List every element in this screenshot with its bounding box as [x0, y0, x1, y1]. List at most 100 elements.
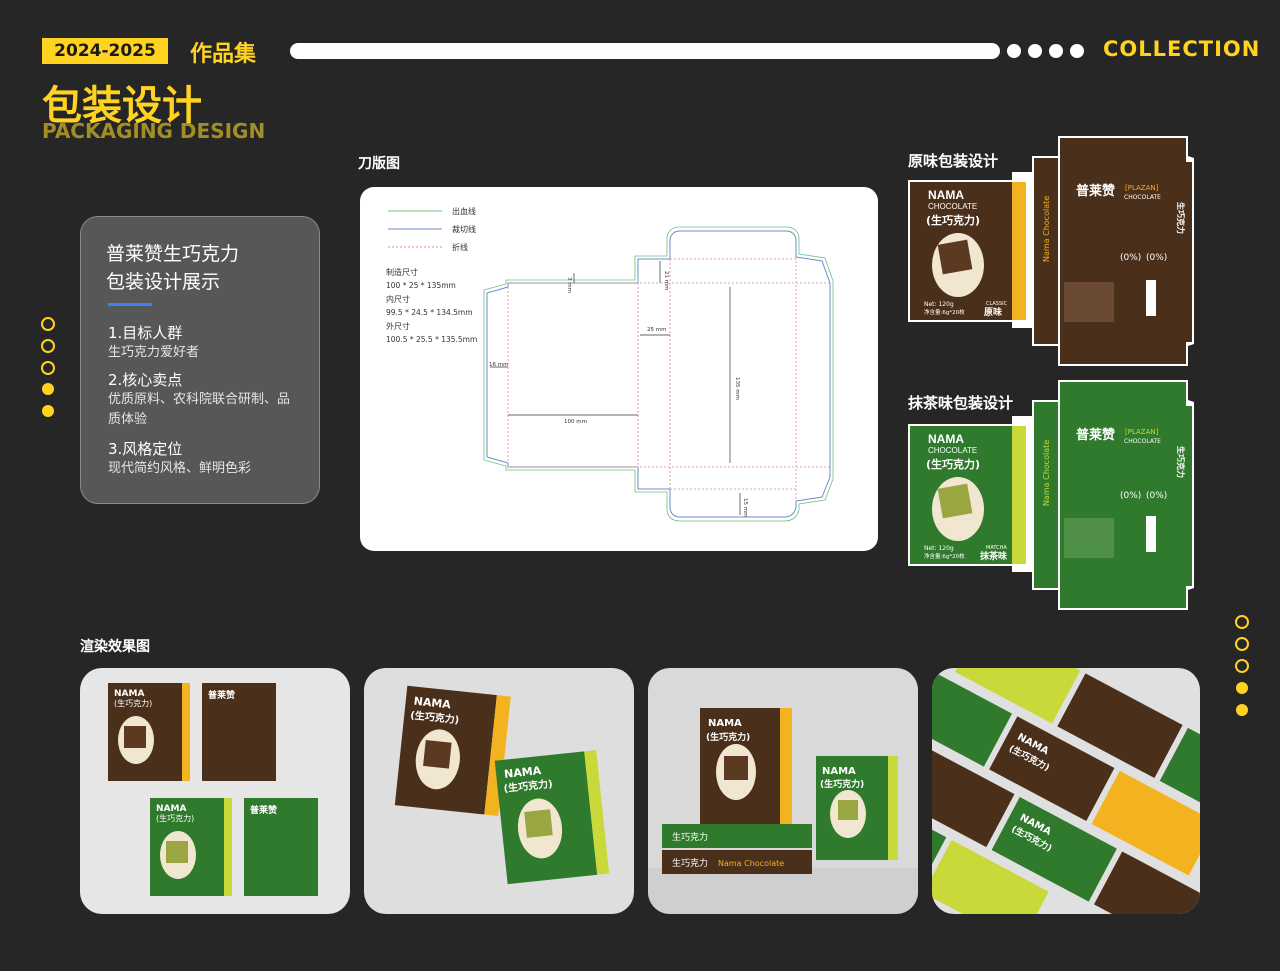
- spec-label: 内尺寸: [386, 294, 410, 304]
- zero-mark: (0%): [1146, 491, 1167, 501]
- classic-flat-pack: NAMA CHOCOLATE (生巧克力) Net: 120g 净含量:6g*2…: [908, 136, 1194, 366]
- decor-dot: [1235, 615, 1249, 629]
- info-title: 普莱赞生巧克力 包装设计展示: [106, 240, 306, 296]
- brand-cn: (生巧克力): [926, 213, 980, 227]
- side-cn: 生巧克力: [1176, 446, 1186, 478]
- brand-text: CHOCOLATE: [928, 446, 977, 455]
- logo-cn: 普莱赞: [1076, 427, 1115, 443]
- legend-text: 出血线: [452, 206, 476, 216]
- plazan-sub: CHOCOLATE: [1124, 438, 1161, 445]
- header-dot: [1007, 44, 1021, 58]
- side-en: Nama Chocolate: [1042, 440, 1051, 506]
- matcha-lime-strip: [1012, 426, 1026, 564]
- header-bar: [290, 43, 1000, 59]
- section-heading: 3.风格定位: [108, 440, 183, 458]
- zero-mark: (0%): [1120, 253, 1141, 263]
- flavor-cn: 原味: [984, 306, 1002, 318]
- render-brand: NAMA: [822, 766, 856, 777]
- dieline-panel: 出血线 裁切线 折线 制造尺寸 100 * 25 * 135mm 内尺寸 99.…: [360, 187, 878, 551]
- brand-text: CHOCOLATE: [928, 202, 977, 211]
- brand-text: NAMA: [928, 432, 964, 446]
- chocolate-piece: [937, 239, 973, 275]
- render-logo: 普莱赞: [250, 804, 277, 816]
- render-logo: 普莱赞: [208, 689, 235, 701]
- flavor-cn: 抹茶味: [980, 550, 1007, 562]
- section-heading: 1.目标人群: [108, 324, 183, 342]
- dieline-dims: [490, 261, 741, 515]
- dim-label: 135 mm: [734, 377, 740, 400]
- net-text: 净含量:6g*20枚: [924, 552, 965, 560]
- spec-label: 外尺寸: [386, 321, 410, 331]
- barcode: [1146, 280, 1156, 316]
- legend-text: 裁切线: [452, 224, 476, 234]
- barcode: [1146, 516, 1156, 552]
- render-brand: NAMA: [156, 804, 186, 814]
- decor-dot: [41, 317, 55, 331]
- section-body: 生巧克力爱好者: [108, 345, 200, 360]
- render-brand: NAMA: [114, 689, 144, 699]
- dim-label: 16 mm: [489, 362, 508, 368]
- dieline-cut: [486, 230, 831, 518]
- spec-value: 100 * 25 * 135mm: [386, 281, 456, 290]
- year-badge: 2024-2025: [42, 38, 168, 64]
- collection-label: COLLECTION: [1103, 37, 1261, 61]
- logo-cn: 普莱赞: [1076, 183, 1115, 199]
- decor-dot: [1236, 682, 1248, 694]
- spec-label: 制造尺寸: [386, 267, 418, 277]
- decor-dot: [42, 383, 54, 395]
- render-label: 渲染效果图: [80, 639, 150, 655]
- render-side-cn: 生巧克力: [672, 857, 708, 869]
- render-brand-cn: (生巧克力): [706, 731, 750, 743]
- section-body: 现代简约风格、鲜明色彩: [108, 461, 252, 476]
- classic-back-panel: [1060, 138, 1186, 364]
- plazan-sub: CHOCOLATE: [1124, 194, 1161, 201]
- spec-value: 99.5 * 24.5 * 134.5mm: [386, 308, 473, 317]
- render-image-stacked: NAMA (生巧克力) NAMA (生巧克力) 生巧克力 生巧克力 Nama C…: [648, 668, 918, 914]
- legend-text: 折线: [452, 242, 468, 252]
- section-body-line: 优质原料、农科院联合研制、品: [108, 392, 291, 407]
- info-title-line: 普莱赞生巧克力: [106, 243, 240, 265]
- decor-dot: [1235, 637, 1249, 651]
- page-title: 包装设计: [42, 83, 202, 129]
- nutrition-table: [1064, 518, 1114, 558]
- render-brand: NAMA: [708, 718, 742, 729]
- dieline-drawing: 出血线 裁切线 折线 制造尺寸 100 * 25 * 135mm 内尺寸 99.…: [386, 206, 834, 522]
- dim-label: 25 mm: [647, 327, 666, 333]
- flavor-en: MATCHA: [986, 545, 1007, 551]
- dim-label: 100 mm: [564, 419, 587, 425]
- classic-yellow-strip: [1012, 182, 1026, 320]
- works-label: 作品集: [190, 42, 257, 67]
- header-dot: [1070, 44, 1084, 58]
- net-text: Net: 120g: [924, 301, 954, 308]
- plazan: [PLAZAN]: [1125, 428, 1159, 436]
- render-brand-cn: (生巧克力): [820, 778, 864, 790]
- dim-label: 3 mm: [566, 277, 572, 293]
- decor-dot: [1236, 704, 1248, 716]
- dieline-folds: [507, 257, 830, 501]
- brand-cn: (生巧克力): [926, 457, 980, 471]
- render-image-flat: NAMA (生巧克力) 普莱赞 NAMA (生巧克力) 普莱赞: [80, 668, 350, 914]
- render-brand-cn: (生巧克力): [114, 698, 152, 708]
- render-side-cn: 生巧克力: [672, 831, 708, 843]
- flavor-en: CLASSIC: [986, 301, 1008, 307]
- section-body-line: 质体验: [108, 412, 148, 427]
- plazan: [PLAZAN]: [1125, 184, 1159, 192]
- decor-dot: [42, 405, 54, 417]
- section-heading: 2.核心卖点: [108, 371, 183, 389]
- zero-mark: (0%): [1120, 491, 1141, 501]
- side-cn: 生巧克力: [1176, 202, 1186, 234]
- header-dot: [1028, 44, 1042, 58]
- zero-mark: (0%): [1146, 253, 1167, 263]
- decor-dot: [41, 361, 55, 375]
- dieline-bleed: [483, 226, 834, 522]
- net-text: 净含量:6g*20枚: [924, 308, 965, 316]
- decor-dot: [1235, 659, 1249, 673]
- render-image-floating: NAMA (生巧克力) NAMA (生巧克力): [364, 668, 634, 914]
- section-body: 优质原料、农科院联合研制、品 质体验: [108, 390, 298, 430]
- brand-text: NAMA: [928, 188, 964, 202]
- dim-label: 15 mm: [742, 498, 748, 517]
- nutrition-table: [1064, 282, 1114, 322]
- spec-value: 100.5 * 25.5 * 135.5mm: [386, 335, 477, 344]
- dim-label: 21 mm: [663, 271, 669, 290]
- info-divider: [108, 303, 152, 306]
